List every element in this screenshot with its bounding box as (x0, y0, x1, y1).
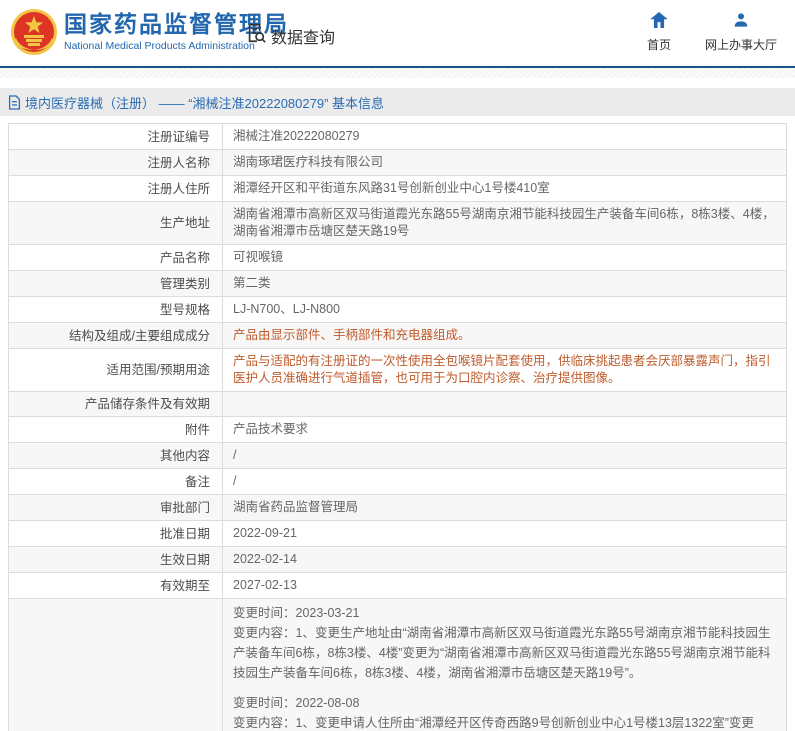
table-row: 产品名称可视喉镜 (9, 245, 787, 271)
row-value: 第二类 (223, 271, 787, 297)
row-value: 产品技术要求 (223, 417, 787, 443)
table-row: 审批部门湖南省药品监督管理局 (9, 495, 787, 521)
national-emblem-logo (10, 8, 58, 56)
table-row: 适用范围/预期用途产品与适配的有注册证的一次性使用全包喉镜片配套使用，供临床挑起… (9, 349, 787, 392)
nav-service-hall-label: 网上办事大厅 (705, 36, 777, 53)
row-label: 产品储存条件及有效期 (9, 392, 223, 417)
home-icon (650, 12, 668, 33)
row-value: 产品由显示部件、手柄部件和充电器组成。 (223, 323, 787, 349)
table-row: 注册人住所湘潭经开区和平街道东风路31号创新创业中心1号楼410室 (9, 176, 787, 202)
row-value: 湖南琢珺医疗科技有限公司 (223, 150, 787, 176)
table-row: 注册人名称湖南琢珺医疗科技有限公司 (9, 150, 787, 176)
row-value: 变更时间：2023-03-21变更内容：1、变更生产地址由“湖南省湘潭市高新区双… (223, 599, 787, 731)
nav-home[interactable]: 首页 (647, 12, 671, 53)
change-time: 变更时间：2023-03-21 (233, 603, 776, 623)
row-value: 产品与适配的有注册证的一次性使用全包喉镜片配套使用，供临床挑起患者会厌部暴露声门… (223, 349, 787, 392)
row-label: 有效期至 (9, 573, 223, 599)
row-label: 审批部门 (9, 495, 223, 521)
top-nav: 首页 网上办事大厅 (647, 12, 777, 53)
row-label: 产品名称 (9, 245, 223, 271)
row-value: 湖南省药品监督管理局 (223, 495, 787, 521)
page-title-bar: 境内医疗器械（注册） —— “湘械注准20222080279” 基本信息 (0, 88, 795, 116)
table-row: 产品储存条件及有效期 (9, 392, 787, 417)
row-label: 结构及组成/主要组成成分 (9, 323, 223, 349)
row-value (223, 392, 787, 417)
table-row: 结构及组成/主要组成成分产品由显示部件、手柄部件和充电器组成。 (9, 323, 787, 349)
table-row: 型号规格LJ-N700、LJ-N800 (9, 297, 787, 323)
table-row: 其他内容/ (9, 443, 787, 469)
row-label: 批准日期 (9, 521, 223, 547)
data-query-label: 数据查询 (271, 24, 335, 48)
change-block: 变更时间：2023-03-21变更内容：1、变更生产地址由“湖南省湘潭市高新区双… (233, 603, 776, 683)
nav-service-hall[interactable]: 网上办事大厅 (705, 12, 777, 53)
table-row: 变更情况变更时间：2023-03-21变更内容：1、变更生产地址由“湖南省湘潭市… (9, 599, 787, 731)
table-row: 生效日期2022-02-14 (9, 547, 787, 573)
person-icon (733, 12, 749, 33)
row-label: 附件 (9, 417, 223, 443)
page-doc-icon (8, 95, 21, 110)
nav-home-label: 首页 (647, 36, 671, 53)
document-search-icon (245, 22, 267, 49)
row-label: 变更情况 (9, 599, 223, 731)
row-value: 湖南省湘潭市高新区双马街道霞光东路55号湖南京湘节能科技园生产装备车间6栋，8栋… (223, 202, 787, 245)
row-value: / (223, 443, 787, 469)
table-row: 批准日期2022-09-21 (9, 521, 787, 547)
change-content: 变更内容：1、变更生产地址由“湖南省湘潭市高新区双马街道霞光东路55号湖南京湘节… (233, 623, 776, 683)
site-header: 国家药品监督管理局 National Medical Products Admi… (0, 0, 795, 68)
table-row: 管理类别第二类 (9, 271, 787, 297)
row-label: 生产地址 (9, 202, 223, 245)
row-value: 可视喉镜 (223, 245, 787, 271)
info-table-body: 注册证编号湘械注准20222080279注册人名称湖南琢珺医疗科技有限公司注册人… (9, 124, 787, 731)
change-time: 变更时间：2022-08-08 (233, 693, 776, 713)
row-value: 2022-09-21 (223, 521, 787, 547)
row-value: / (223, 469, 787, 495)
row-label: 注册人名称 (9, 150, 223, 176)
page-title: 境内医疗器械（注册） —— “湘械注准20222080279” 基本信息 (25, 93, 384, 112)
row-value: 湘潭经开区和平街道东风路31号创新创业中心1号楼410室 (223, 176, 787, 202)
registration-info-table: 注册证编号湘械注准20222080279注册人名称湖南琢珺医疗科技有限公司注册人… (8, 123, 787, 731)
table-row: 附件产品技术要求 (9, 417, 787, 443)
row-value: 2022-02-14 (223, 547, 787, 573)
row-value: 湘械注准20222080279 (223, 124, 787, 150)
row-value: LJ-N700、LJ-N800 (223, 297, 787, 323)
row-value: 2027-02-13 (223, 573, 787, 599)
row-label: 型号规格 (9, 297, 223, 323)
row-label: 管理类别 (9, 271, 223, 297)
row-label: 生效日期 (9, 547, 223, 573)
change-content: 变更内容：1、变更申请人住所由“湘潭经开区传奇西路9号创新创业中心1号楼13层1… (233, 713, 776, 731)
change-block: 变更时间：2022-08-08变更内容：1、变更申请人住所由“湘潭经开区传奇西路… (233, 693, 776, 731)
table-row: 有效期至2027-02-13 (9, 573, 787, 599)
table-row: 生产地址湖南省湘潭市高新区双马街道霞光东路55号湖南京湘节能科技园生产装备车间6… (9, 202, 787, 245)
row-label: 注册人住所 (9, 176, 223, 202)
row-label: 适用范围/预期用途 (9, 349, 223, 392)
row-label: 备注 (9, 469, 223, 495)
data-query-entry[interactable]: 数据查询 (245, 22, 335, 49)
registration-info-table-wrap: 注册证编号湘械注准20222080279注册人名称湖南琢珺医疗科技有限公司注册人… (8, 123, 787, 731)
table-row: 注册证编号湘械注准20222080279 (9, 124, 787, 150)
header-texture-strip (0, 68, 795, 78)
row-label: 其他内容 (9, 443, 223, 469)
table-row: 备注/ (9, 469, 787, 495)
row-label: 注册证编号 (9, 124, 223, 150)
